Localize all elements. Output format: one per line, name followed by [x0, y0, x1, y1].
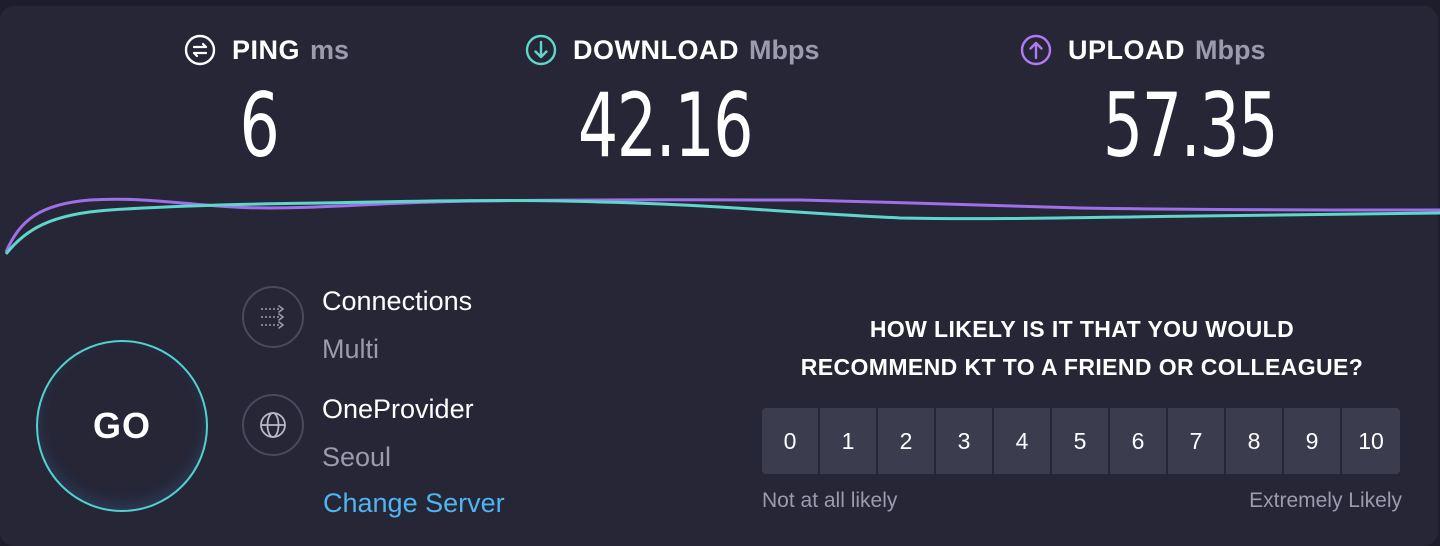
- rating-low-label: Not at all likely: [762, 489, 898, 512]
- ping-value: 6: [239, 74, 280, 177]
- connections-value: Multi: [322, 334, 380, 364]
- survey-question-line2: RECOMMEND KT TO A FRIEND OR COLLEAGUE?: [800, 354, 1364, 380]
- download-value: 42.16: [577, 74, 754, 177]
- download-metric: DOWNLOAD Mbps 42.16: [525, 30, 820, 177]
- rating-option-1[interactable]: 1: [820, 408, 876, 474]
- ping-unit: ms: [310, 34, 350, 65]
- rating-option-10[interactable]: 10: [1342, 408, 1400, 474]
- rating-option-4[interactable]: 4: [994, 408, 1050, 474]
- upload-metric: UPLOAD Mbps 57.35: [1020, 30, 1279, 177]
- go-button-label: GO: [92, 405, 151, 446]
- rating-option-9[interactable]: 9: [1284, 408, 1340, 474]
- globe-icon: [242, 394, 304, 456]
- server-provider-name: OneProvider: [322, 394, 474, 424]
- change-server-link[interactable]: Change Server: [323, 488, 505, 519]
- survey-question-line1: HOW LIKELY IS IT THAT YOU WOULD: [869, 316, 1295, 342]
- upload-value: 57.35: [1102, 74, 1279, 177]
- rating-option-8[interactable]: 8: [1226, 408, 1282, 474]
- server-location: Seoul: [322, 442, 392, 472]
- survey-question: HOW LIKELY IS IT THAT YOU WOULD RECOMMEN…: [762, 310, 1402, 386]
- rating-option-2[interactable]: 2: [878, 408, 934, 474]
- go-button[interactable]: GO: [36, 340, 208, 512]
- download-arrow-icon: [525, 34, 557, 66]
- rating-scale: 0 1 2 3 4 5 6 7 8 9 10: [762, 408, 1400, 474]
- ping-label: PING: [232, 34, 301, 65]
- speed-graph: [4, 197, 1440, 255]
- download-label: DOWNLOAD: [573, 34, 739, 65]
- rating-option-6[interactable]: 6: [1110, 408, 1166, 474]
- download-unit: Mbps: [748, 34, 820, 65]
- connections-icon: [242, 286, 304, 348]
- rating-option-3[interactable]: 3: [936, 408, 992, 474]
- rating-option-5[interactable]: 5: [1052, 408, 1108, 474]
- connections-setting[interactable]: Connections Multi: [242, 286, 472, 365]
- upload-label: UPLOAD: [1068, 34, 1185, 65]
- server-info: OneProvider Seoul: [242, 394, 474, 473]
- connections-title: Connections: [322, 286, 473, 316]
- ping-metric: PING ms 6: [184, 30, 350, 177]
- upload-unit: Mbps: [1195, 34, 1266, 65]
- rating-option-7[interactable]: 7: [1168, 408, 1224, 474]
- ping-icon: [184, 34, 216, 66]
- upload-arrow-icon: [1020, 34, 1052, 66]
- rating-option-0[interactable]: 0: [762, 408, 818, 474]
- rating-high-label: Extremely Likely: [1249, 489, 1402, 512]
